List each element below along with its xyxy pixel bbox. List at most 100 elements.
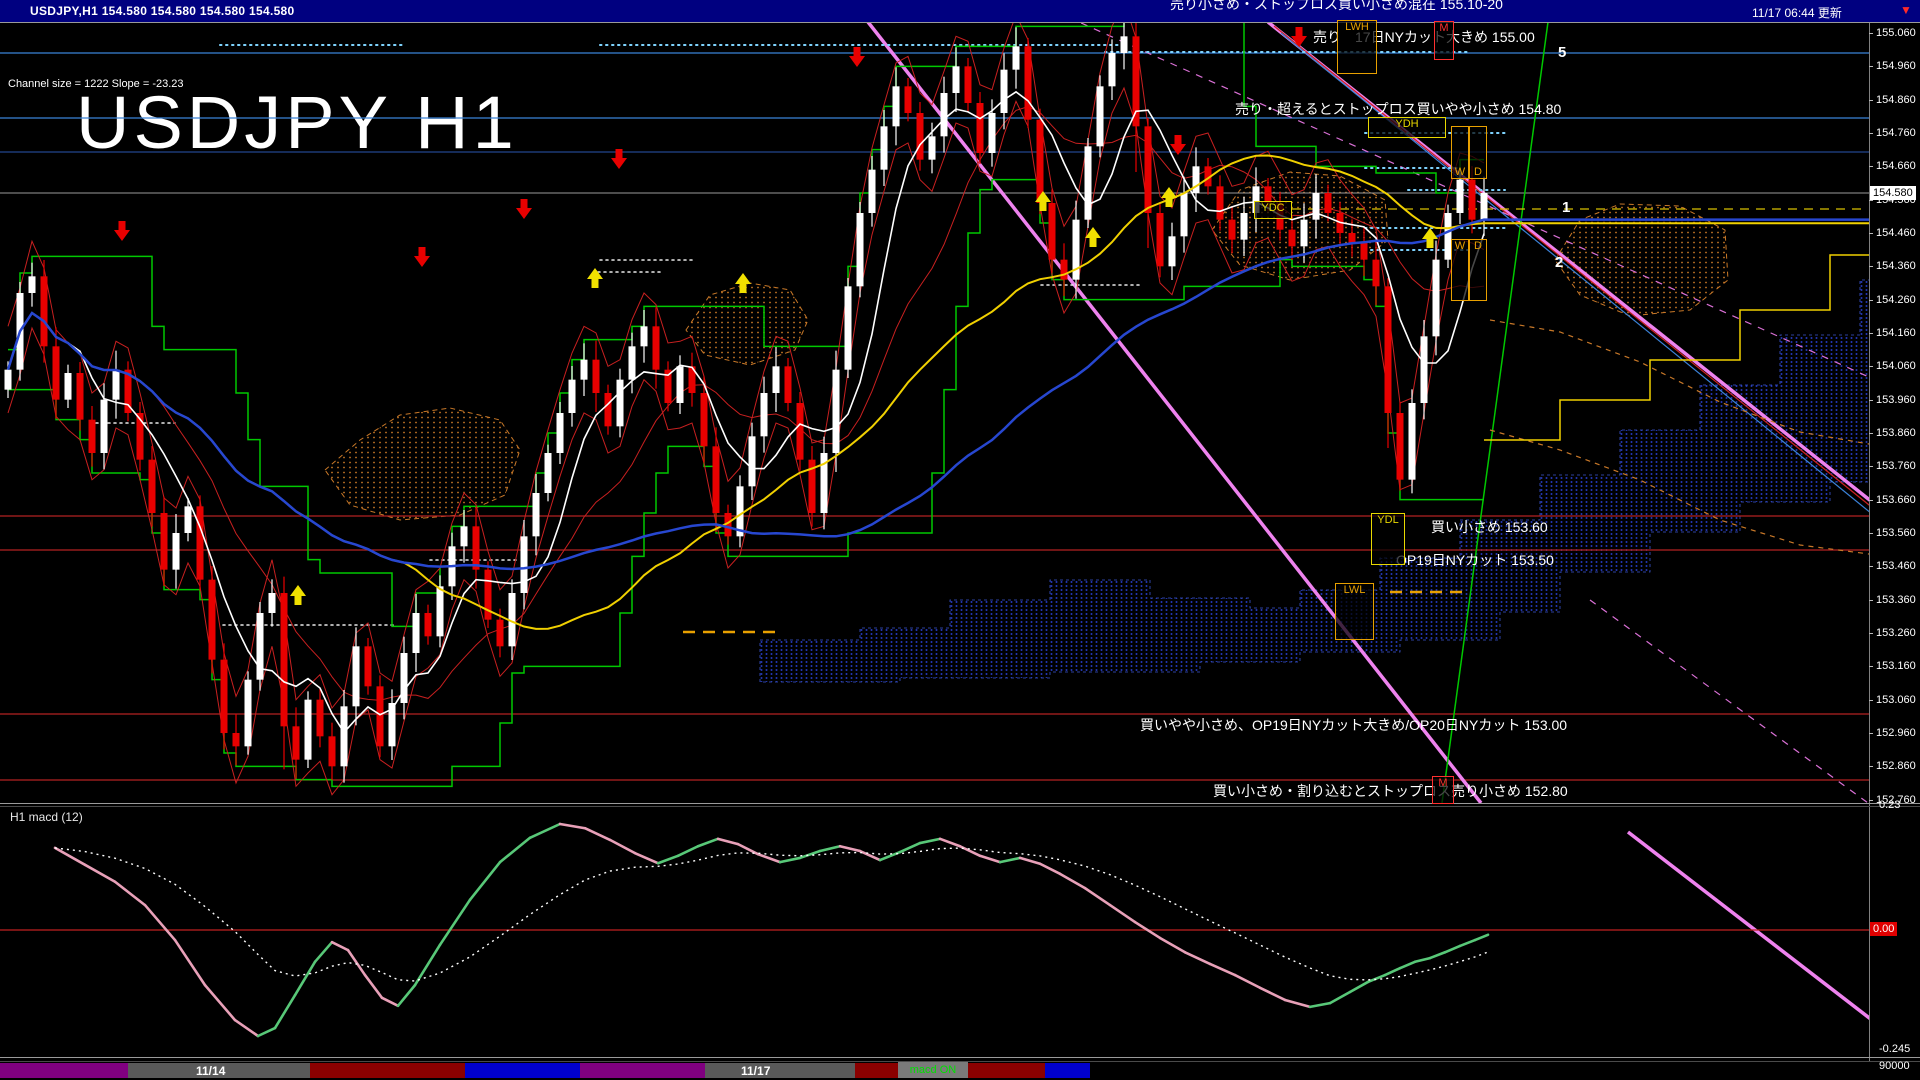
candle-body bbox=[1241, 213, 1248, 240]
candle-body bbox=[281, 593, 288, 726]
candle-body bbox=[1097, 86, 1104, 146]
candle-body bbox=[245, 680, 252, 747]
price-axis-label: 154.060 bbox=[1876, 360, 1916, 372]
candle-body bbox=[377, 686, 384, 746]
macd-line bbox=[205, 985, 235, 1020]
price-axis-label: 153.860 bbox=[1876, 427, 1916, 439]
macd-line bbox=[840, 846, 860, 851]
macd-line bbox=[820, 846, 840, 851]
macd-line bbox=[860, 851, 880, 860]
candle-body bbox=[581, 360, 588, 380]
trend-line bbox=[1590, 600, 1868, 803]
candle-body bbox=[989, 113, 996, 153]
price-axis-label: 154.960 bbox=[1876, 60, 1916, 72]
macd-line bbox=[1040, 864, 1060, 874]
axis-tick bbox=[1869, 733, 1873, 734]
session-segment bbox=[0, 1063, 128, 1078]
price-axis-label: 153.060 bbox=[1876, 694, 1916, 706]
volume-axis-label: 90000 bbox=[1876, 1059, 1913, 1073]
axis-tick bbox=[1869, 166, 1873, 167]
macd-panel[interactable] bbox=[0, 824, 1916, 1054]
macd-line bbox=[1400, 962, 1415, 968]
macd-line bbox=[1285, 1000, 1310, 1007]
panel-separator-macd-bottom[interactable] bbox=[0, 1057, 1920, 1058]
price-axis-label: 153.260 bbox=[1876, 627, 1916, 639]
candle-body bbox=[869, 170, 876, 213]
level-label-ydh: YDH bbox=[1368, 117, 1446, 138]
candle-body bbox=[437, 586, 444, 636]
update-time: 11/17 06:44 更新 bbox=[1752, 4, 1842, 21]
candle-body bbox=[305, 700, 312, 760]
price-axis-label: 153.560 bbox=[1876, 527, 1916, 539]
candle-body bbox=[101, 400, 108, 453]
candle-body bbox=[341, 706, 348, 766]
candle-body bbox=[1109, 53, 1116, 86]
price-axis[interactable]: 155.060154.960154.860154.760154.660154.5… bbox=[1869, 22, 1920, 1062]
macd-line bbox=[1235, 975, 1260, 988]
candle-body bbox=[209, 580, 216, 660]
macd-line bbox=[332, 942, 348, 950]
macd-line bbox=[470, 862, 500, 900]
candle-body bbox=[113, 370, 120, 400]
candle-body bbox=[1301, 220, 1308, 247]
buy-arrow-icon bbox=[1161, 187, 1177, 207]
macd-line bbox=[235, 1020, 258, 1036]
candle-body bbox=[773, 366, 780, 393]
macd-line bbox=[718, 839, 738, 844]
macd-line bbox=[940, 839, 960, 846]
candle-body bbox=[41, 276, 48, 346]
candle-body bbox=[353, 646, 360, 706]
price-axis-label: 153.660 bbox=[1876, 494, 1916, 506]
macd-line bbox=[980, 856, 1000, 862]
sell-arrow-icon bbox=[516, 199, 532, 219]
candle-body bbox=[533, 493, 540, 536]
candle-body bbox=[1481, 193, 1488, 220]
macd-line bbox=[920, 839, 940, 843]
macd-line bbox=[500, 838, 530, 862]
price-panel[interactable] bbox=[0, 0, 1920, 803]
macd-line bbox=[1368, 975, 1385, 982]
candle-body bbox=[1373, 260, 1380, 287]
channel-info-label: Channel size = 1222 Slope = -23.23 bbox=[8, 78, 184, 90]
macd-line bbox=[1475, 935, 1488, 940]
candle-body bbox=[701, 393, 708, 446]
annotation-buy-15280: 買い小さめ・割り込むとストップロス売り小さめ 152.80 bbox=[1213, 781, 1568, 801]
price-axis-label: 153.160 bbox=[1876, 660, 1916, 672]
candle-body bbox=[293, 726, 300, 759]
price-axis-label: 153.460 bbox=[1876, 560, 1916, 572]
candle-body bbox=[545, 453, 552, 493]
macd-toggle-button[interactable]: macd ON bbox=[898, 1062, 968, 1078]
macd-line bbox=[1160, 938, 1185, 952]
axis-tick bbox=[1869, 500, 1873, 501]
axis-tick bbox=[1869, 666, 1873, 667]
axis-tick bbox=[1869, 266, 1873, 267]
macd-line bbox=[175, 940, 205, 985]
session-segment bbox=[705, 1063, 855, 1078]
candle-body bbox=[65, 373, 72, 400]
macd-line bbox=[365, 975, 382, 998]
price-axis-label: 153.760 bbox=[1876, 460, 1916, 472]
macd-line bbox=[295, 962, 315, 995]
main-chart-canvas[interactable] bbox=[0, 0, 1920, 1080]
macd-line bbox=[900, 843, 920, 852]
candle-body bbox=[1001, 70, 1008, 113]
candle-body bbox=[221, 660, 228, 733]
axis-tick bbox=[1869, 366, 1873, 367]
candle-body bbox=[953, 66, 960, 93]
axis-tick bbox=[1869, 466, 1873, 467]
level-label-lwl: LWL bbox=[1335, 583, 1374, 640]
price-axis-label: 155.060 bbox=[1876, 27, 1916, 39]
symbol-info: USDJPY,H1 154.580 154.580 154.580 154.58… bbox=[30, 4, 295, 18]
candle-body bbox=[881, 126, 888, 169]
axis-tick bbox=[1869, 33, 1873, 34]
macd-line bbox=[1350, 982, 1368, 992]
axis-tick bbox=[1869, 400, 1873, 401]
macd-line bbox=[1060, 874, 1085, 888]
candle-body bbox=[1229, 220, 1236, 240]
candle-body bbox=[425, 613, 432, 636]
macd-line bbox=[315, 942, 332, 962]
candle-body bbox=[1313, 193, 1320, 220]
panel-separator-macd-top[interactable] bbox=[0, 803, 1920, 804]
title-bar[interactable]: USDJPY,H1 154.580 154.580 154.580 154.58… bbox=[0, 0, 1920, 22]
candle-body bbox=[1193, 166, 1200, 193]
